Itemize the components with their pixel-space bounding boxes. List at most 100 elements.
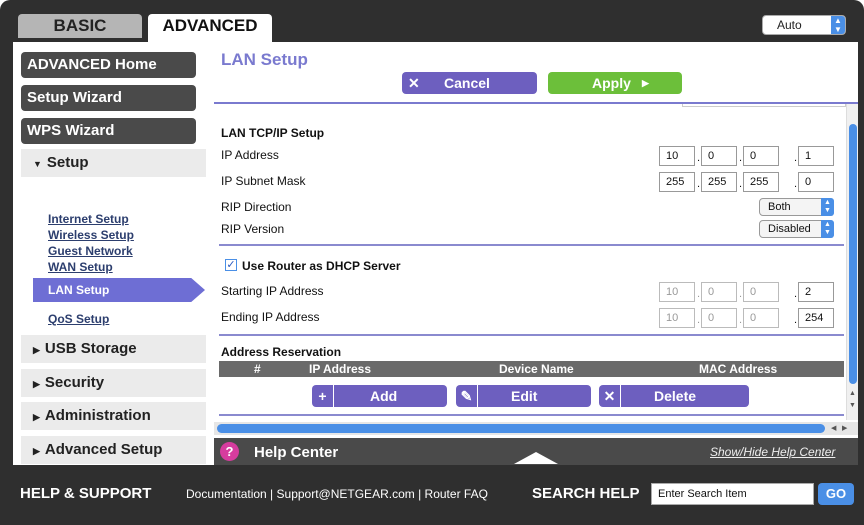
tab-advanced[interactable]: ADVANCED — [148, 14, 272, 42]
sidebar-sub-wireless-setup[interactable]: Wireless Setup — [48, 228, 134, 242]
scroll-right-icon[interactable]: ▶ — [842, 424, 847, 432]
column-header-device: Device Name — [499, 362, 574, 376]
address-reservation-title: Address Reservation — [221, 345, 342, 359]
sidebar-item-setup-wizard[interactable]: Setup Wizard — [21, 85, 196, 111]
tab-basic[interactable]: BASIC — [18, 14, 142, 38]
sidebar-item-advanced-home[interactable]: ADVANCED Home — [21, 52, 196, 78]
subnet-octet-3[interactable]: 255 — [743, 172, 779, 192]
help-center-label: Help Center — [254, 444, 339, 461]
add-button[interactable]: + Add — [312, 385, 447, 407]
documentation-link[interactable]: Documentation — [186, 487, 267, 501]
main-panel: LAN Setup ✕ Cancel Apply ▶ LAN TCP/IP Se… — [214, 42, 858, 465]
ending-ip-label: Ending IP Address — [221, 310, 320, 324]
dot-separator: . — [739, 288, 743, 300]
end-ip-octet-4[interactable]: 254 — [798, 308, 834, 328]
close-icon: ✕ — [408, 75, 420, 91]
dot-separator: . — [697, 178, 701, 190]
start-ip-octet-4[interactable]: 2 — [798, 282, 834, 302]
select-arrows-icon: ▲ ▼ — [821, 198, 834, 216]
page-title: LAN Setup — [221, 50, 308, 69]
ip-address-octet-4[interactable]: 1 — [798, 146, 834, 166]
column-header-number: # — [254, 362, 261, 376]
cancel-button[interactable]: ✕ Cancel — [402, 72, 537, 94]
scroll-down-icon[interactable]: ▼ — [849, 402, 856, 409]
vertical-scroll-thumb[interactable] — [849, 124, 857, 384]
horizontal-scroll-thumb[interactable] — [217, 424, 825, 433]
section-divider — [219, 414, 844, 416]
end-ip-octet-2: 0 — [701, 308, 737, 328]
delete-button[interactable]: ✕ Delete — [599, 385, 749, 407]
pencil-icon: ✎ — [456, 385, 478, 407]
dot-separator: . — [739, 178, 743, 190]
ip-address-octet-3[interactable]: 0 — [743, 146, 779, 166]
sidebar-item-security[interactable]: ▶ Security — [21, 369, 206, 397]
rip-direction-value: Both — [768, 201, 791, 213]
start-ip-octet-1: 10 — [659, 282, 695, 302]
sidebar-sub-internet-setup[interactable]: Internet Setup — [48, 212, 129, 226]
select-arrows-icon: ▲ ▼ — [831, 16, 845, 34]
go-button[interactable]: GO — [818, 483, 854, 505]
dhcp-checkbox[interactable]: ✓ — [225, 259, 237, 271]
rip-direction-label: RIP Direction — [221, 200, 292, 214]
language-select[interactable]: Auto ▲ ▼ — [762, 15, 846, 35]
section-divider — [219, 244, 844, 246]
sidebar-item-advanced-setup[interactable]: ▶ Advanced Setup — [21, 436, 206, 464]
help-question-icon: ? — [220, 442, 239, 461]
add-label: Add — [370, 388, 398, 404]
help-center-bar: ? Help Center Show/Hide Help Center — [214, 438, 858, 465]
subnet-octet-4[interactable]: 0 — [798, 172, 834, 192]
sidebar-item-label: Advanced Setup — [44, 441, 163, 458]
scroll-left-icon[interactable]: ◀ — [831, 424, 836, 432]
collapse-arrow-icon[interactable] — [514, 452, 558, 464]
sidebar-item-label: Security — [44, 374, 105, 391]
column-header-ip: IP Address — [309, 362, 372, 376]
cancel-label: Cancel — [444, 75, 490, 91]
dot-separator: . — [794, 314, 798, 326]
rip-version-select[interactable]: Disabled ▲ ▼ — [759, 220, 834, 238]
dot-separator: . — [697, 314, 701, 326]
sidebar-item-administration[interactable]: ▶ Administration — [21, 402, 206, 430]
vertical-scrollbar[interactable]: ▲ ▼ — [846, 104, 858, 420]
start-ip-octet-2: 0 — [701, 282, 737, 302]
clipped-field — [682, 104, 846, 107]
settings-scroll-area[interactable]: LAN TCP/IP Setup IP Address 10 . 0 . 0 .… — [214, 102, 858, 420]
rip-direction-select[interactable]: Both ▲ ▼ — [759, 198, 834, 216]
edit-button[interactable]: ✎ Edit — [456, 385, 591, 407]
sidebar-sub-qos-setup[interactable]: QoS Setup — [48, 312, 109, 326]
rip-version-value: Disabled — [768, 223, 811, 235]
select-arrows-icon: ▲ ▼ — [821, 220, 834, 238]
sidebar-item-wps-wizard[interactable]: WPS Wizard — [21, 118, 196, 144]
sidebar-sub-lan-setup[interactable]: LAN Setup — [33, 278, 205, 302]
dot-separator: . — [794, 178, 798, 190]
dot-separator: . — [739, 314, 743, 326]
subnet-octet-1[interactable]: 255 — [659, 172, 695, 192]
dot-separator: . — [697, 288, 701, 300]
sidebar-item-usb-storage[interactable]: ▶ USB Storage — [21, 335, 206, 363]
router-faq-link[interactable]: Router FAQ — [425, 487, 488, 501]
caret-right-icon: ▶ — [33, 446, 40, 456]
search-input[interactable]: Enter Search Item — [651, 483, 814, 505]
sidebar-sub-wan-setup[interactable]: WAN Setup — [48, 260, 113, 274]
scroll-up-icon[interactable]: ▲ — [849, 390, 856, 397]
start-ip-octet-3: 0 — [743, 282, 779, 302]
dot-separator: . — [697, 152, 701, 164]
support-email-link[interactable]: Support@NETGEAR.com — [277, 487, 415, 501]
edit-label: Edit — [511, 388, 538, 404]
plus-icon: + — [312, 385, 334, 407]
caret-right-icon: ▶ — [33, 345, 40, 355]
horizontal-scrollbar[interactable]: ◀ ▶ — [214, 422, 858, 435]
sidebar-sub-guest-network[interactable]: Guest Network — [48, 244, 133, 258]
footer-links: Documentation | Support@NETGEAR.com | Ro… — [186, 487, 488, 501]
show-hide-help-link[interactable]: Show/Hide Help Center — [710, 445, 835, 459]
sidebar-item-label: Administration — [44, 407, 151, 424]
router-admin-window: BASIC ADVANCED Auto ▲ ▼ ADVANCED Home Set… — [0, 0, 864, 525]
sidebar: ADVANCED Home Setup Wizard WPS Wizard ▼ S… — [13, 42, 210, 465]
ip-address-octet-1[interactable]: 10 — [659, 146, 695, 166]
subnet-octet-2[interactable]: 255 — [701, 172, 737, 192]
apply-button[interactable]: Apply ▶ — [548, 72, 682, 94]
footer: HELP & SUPPORT Documentation | Support@N… — [0, 470, 864, 525]
dhcp-checkbox-label: Use Router as DHCP Server — [242, 259, 401, 273]
sidebar-item-setup[interactable]: ▼ Setup — [21, 149, 206, 177]
ip-address-octet-2[interactable]: 0 — [701, 146, 737, 166]
end-ip-octet-3: 0 — [743, 308, 779, 328]
